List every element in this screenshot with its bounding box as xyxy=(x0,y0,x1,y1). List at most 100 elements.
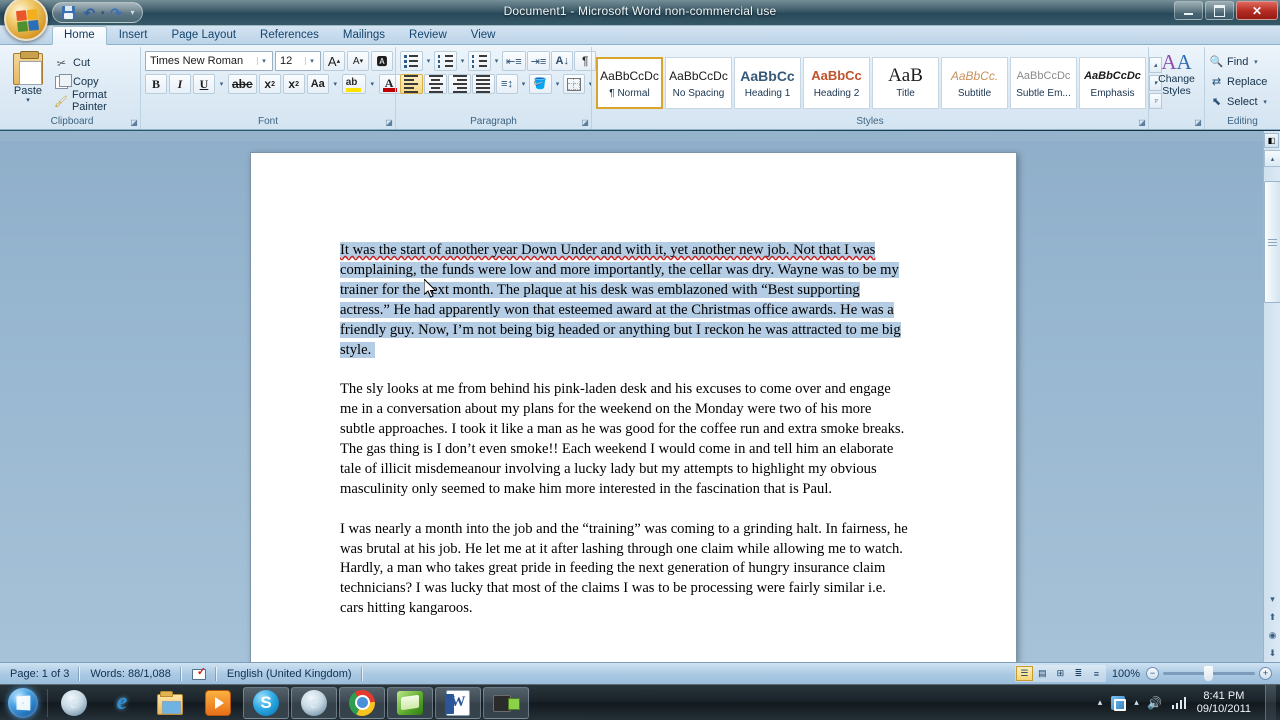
tab-view[interactable]: View xyxy=(459,26,508,45)
numbering-dropdown-icon[interactable]: ▾ xyxy=(458,57,467,65)
status-word-count[interactable]: Words: 88/1,088 xyxy=(80,663,181,685)
styles-dialog-launcher[interactable]: ◪ xyxy=(1137,118,1147,128)
align-right-button[interactable] xyxy=(448,74,471,94)
change-case-dropdown-icon[interactable]: ▾ xyxy=(331,80,340,88)
taskbar-item-windows-media-player[interactable] xyxy=(195,687,241,719)
select-browse-object-button[interactable]: ◧ xyxy=(1264,133,1279,148)
style-title[interactable]: AaB Title xyxy=(872,57,939,109)
zoom-level-label[interactable]: 100% xyxy=(1112,668,1140,680)
zoom-slider-track[interactable] xyxy=(1163,666,1255,681)
bold-button[interactable]: B xyxy=(145,74,167,94)
taskbar-item-windows-explorer[interactable] xyxy=(147,687,193,719)
tab-review[interactable]: Review xyxy=(397,26,459,45)
subscript-button[interactable]: x2 xyxy=(258,74,281,94)
taskbar-item-internet-explorer-quicklaunch[interactable]: e xyxy=(51,687,97,719)
replace-button[interactable]: ⇄ Replace xyxy=(1209,72,1267,91)
undo-button[interactable]: ↶ xyxy=(80,4,99,21)
view-draft[interactable]: ≡ xyxy=(1088,666,1105,681)
change-case-button[interactable]: Aa xyxy=(306,74,329,94)
underline-dropdown-icon[interactable]: ▾ xyxy=(217,80,226,88)
zoom-in-button[interactable]: + xyxy=(1259,667,1272,680)
paragraph-1[interactable]: It was the start of another year Down Un… xyxy=(340,241,926,360)
view-outline[interactable]: ≣ xyxy=(1070,666,1087,681)
paragraph-3[interactable]: I was nearly a month into the job and th… xyxy=(340,520,926,620)
minimize-button[interactable] xyxy=(1174,1,1203,20)
style-heading-2[interactable]: AaBbCc Heading 2 xyxy=(803,57,870,109)
network-icon[interactable] xyxy=(1171,695,1187,711)
font-size-combo[interactable]: 12 ▾ xyxy=(275,51,321,71)
tab-references[interactable]: References xyxy=(248,26,331,45)
cut-button[interactable]: ✂ Cut xyxy=(51,54,136,72)
sort-button[interactable]: A↓ xyxy=(551,51,574,71)
find-dropdown-icon[interactable]: ▾ xyxy=(1251,58,1260,66)
font-size-dropdown-icon[interactable]: ▾ xyxy=(305,57,318,65)
find-button[interactable]: 🔍 Find ▾ xyxy=(1209,52,1260,71)
font-name-dropdown-icon[interactable]: ▾ xyxy=(257,57,270,65)
taskbar-item-word[interactable] xyxy=(435,686,481,719)
style-heading-1[interactable]: AaBbCс Heading 1 xyxy=(734,57,801,109)
line-spacing-button[interactable]: ≡↕ xyxy=(496,74,518,94)
strikethrough-button[interactable]: abe xyxy=(228,74,257,94)
show-desktop-button[interactable] xyxy=(1265,684,1276,720)
decrease-indent-button[interactable]: ⇤≡ xyxy=(502,51,526,71)
bullets-button[interactable] xyxy=(400,51,423,71)
zoom-out-button[interactable]: − xyxy=(1146,667,1159,680)
tab-page-layout[interactable]: Page Layout xyxy=(159,26,248,45)
paste-dropdown-icon[interactable]: ▾ xyxy=(26,97,30,105)
multilevel-dropdown-icon[interactable]: ▾ xyxy=(492,57,501,65)
volume-icon[interactable]: 🔊 xyxy=(1147,695,1163,711)
highlight-dropdown-icon[interactable]: ▾ xyxy=(368,80,377,88)
next-page-button[interactable]: ⬇ xyxy=(1264,644,1280,662)
taskbar-item-chrome[interactable] xyxy=(339,686,385,719)
tray-expand-icon[interactable]: ▴ xyxy=(1134,697,1139,708)
status-page-indicator[interactable]: Page: 1 of 3 xyxy=(0,663,79,685)
view-print-layout[interactable]: ☰ xyxy=(1015,666,1033,681)
vertical-scrollbar[interactable]: ◧ ▴ ▾ ⬆ ◉ ⬇ xyxy=(1263,131,1280,662)
scroll-up-button[interactable]: ▴ xyxy=(1264,150,1280,167)
taskbar-item-internet-explorer[interactable]: e xyxy=(99,687,145,719)
tab-home[interactable]: Home xyxy=(52,26,107,45)
change-styles-button[interactable]: AA Change Styles xyxy=(1158,51,1195,97)
justify-button[interactable] xyxy=(472,74,495,94)
zoom-slider[interactable]: − + xyxy=(1146,666,1272,681)
view-web-layout[interactable]: ⊞ xyxy=(1052,666,1069,681)
select-dropdown-icon[interactable]: ▾ xyxy=(1261,98,1270,106)
multilevel-list-button[interactable] xyxy=(468,51,491,71)
style-subtle-emphasis[interactable]: AaBbCcDc Subtle Em... xyxy=(1010,57,1077,109)
paragraph-dialog-launcher[interactable]: ◪ xyxy=(580,118,590,128)
scroll-down-button[interactable]: ▾ xyxy=(1264,590,1280,608)
style-emphasis[interactable]: AaBbCcDc Emphasis xyxy=(1079,57,1146,109)
document-text-body[interactable]: It was the start of another year Down Un… xyxy=(340,241,926,619)
show-hidden-icons-icon[interactable]: ▴ xyxy=(1098,697,1103,708)
zoom-slider-thumb[interactable] xyxy=(1204,666,1213,681)
paste-button[interactable]: Paste ▾ xyxy=(8,51,48,105)
view-full-screen-reading[interactable]: ▤ xyxy=(1034,666,1051,681)
document-canvas[interactable]: It was the start of another year Down Un… xyxy=(0,131,1280,662)
taskbar-item-green-app[interactable] xyxy=(387,686,433,719)
underline-button[interactable]: U xyxy=(193,74,215,94)
clock[interactable]: 8:41 PM 09/10/2011 xyxy=(1195,690,1257,716)
grow-font-button[interactable]: A ▴ xyxy=(323,51,345,71)
change-styles-launcher[interactable]: ◪ xyxy=(1193,118,1203,128)
tab-mailings[interactable]: Mailings xyxy=(331,26,397,45)
shading-button[interactable]: 🪣 xyxy=(529,74,552,94)
select-button[interactable]: ⬉ Select ▾ xyxy=(1209,92,1270,111)
start-button[interactable] xyxy=(1,686,45,720)
format-painter-button[interactable]: 🖌 Format Painter xyxy=(51,89,136,113)
customize-qat-icon[interactable]: ▾ xyxy=(131,8,135,17)
align-left-button[interactable] xyxy=(400,74,423,94)
tab-insert[interactable]: Insert xyxy=(107,26,160,45)
style-no-spacing[interactable]: AaBbCcDc No Spacing xyxy=(665,57,732,109)
undo-dropdown-icon[interactable]: ▾ xyxy=(101,9,105,17)
increase-indent-button[interactable]: ⇥≡ xyxy=(526,51,551,71)
numbering-button[interactable] xyxy=(434,51,457,71)
shading-dropdown-icon[interactable]: ▾ xyxy=(553,80,562,88)
italic-button[interactable]: I xyxy=(169,74,191,94)
shrink-font-button[interactable]: A ▾ xyxy=(347,51,369,71)
paragraph-2[interactable]: The sly looks at me from behind his pink… xyxy=(340,380,926,499)
document-page[interactable]: It was the start of another year Down Un… xyxy=(250,152,1017,662)
save-button[interactable] xyxy=(59,4,78,21)
status-language[interactable]: English (United Kingdom) xyxy=(217,663,362,685)
clipboard-dialog-launcher[interactable]: ◪ xyxy=(129,118,139,128)
browse-object-button[interactable]: ◉ xyxy=(1264,626,1280,644)
